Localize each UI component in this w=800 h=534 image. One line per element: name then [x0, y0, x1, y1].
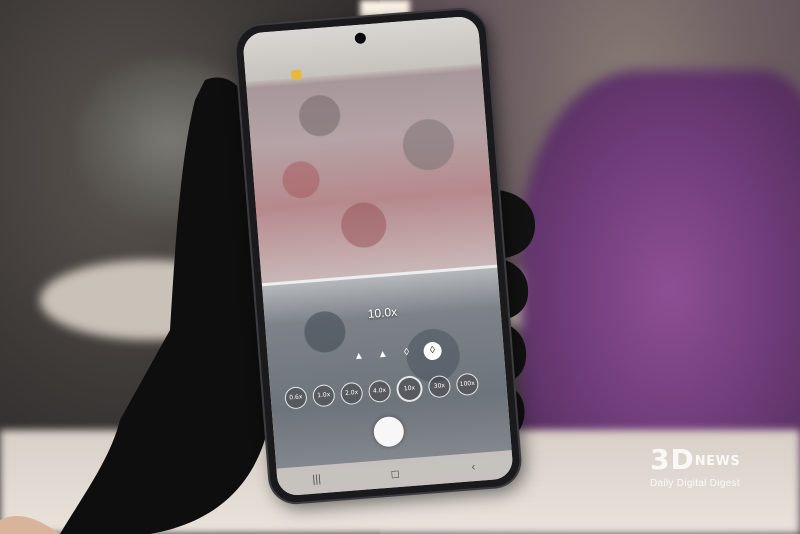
- camera-screen: 10.0x ▲ ▲ ◊ ◊ 0.6x 1.0x 2.0x 4.0x 10x 30…: [242, 15, 514, 497]
- zoom-chip[interactable]: 1.0x: [311, 383, 336, 408]
- watermark-logo: 3DNEWS: [650, 446, 790, 476]
- watermark-logo-suffix: NEWS: [694, 454, 741, 469]
- photo-scene: 10.0x ▲ ▲ ◊ ◊ 0.6x 1.0x 2.0x 4.0x 10x 30…: [0, 0, 800, 534]
- watermark-tagline: Daily Digital Digest: [650, 478, 740, 489]
- recents-icon[interactable]: |||: [308, 473, 325, 486]
- back-icon[interactable]: ‹: [465, 461, 482, 474]
- zoom-chip[interactable]: 0.6x: [284, 386, 308, 410]
- drop-icon[interactable]: ◊: [422, 341, 443, 361]
- zoom-chip[interactable]: 30x: [427, 374, 452, 399]
- smartphone: 10.0x ▲ ▲ ◊ ◊ 0.6x 1.0x 2.0x 4.0x 10x 30…: [234, 7, 522, 505]
- zoom-chip-active[interactable]: 10x: [395, 374, 424, 403]
- watermark-logo-main: 3D: [650, 443, 695, 476]
- zoom-chip[interactable]: 2.0x: [339, 381, 364, 406]
- mountain-icon[interactable]: ▲: [375, 347, 390, 362]
- lens-indicator-icon: [291, 69, 302, 81]
- watermark: 3DNEWS Daily Digital Digest: [650, 446, 790, 490]
- home-icon[interactable]: ◻: [387, 466, 404, 480]
- drop-icon[interactable]: ◊: [399, 346, 414, 361]
- zoom-chip[interactable]: 100x: [455, 372, 480, 397]
- zoom-chip[interactable]: 4.0x: [367, 379, 392, 404]
- mountain-icon[interactable]: ▲: [351, 349, 366, 364]
